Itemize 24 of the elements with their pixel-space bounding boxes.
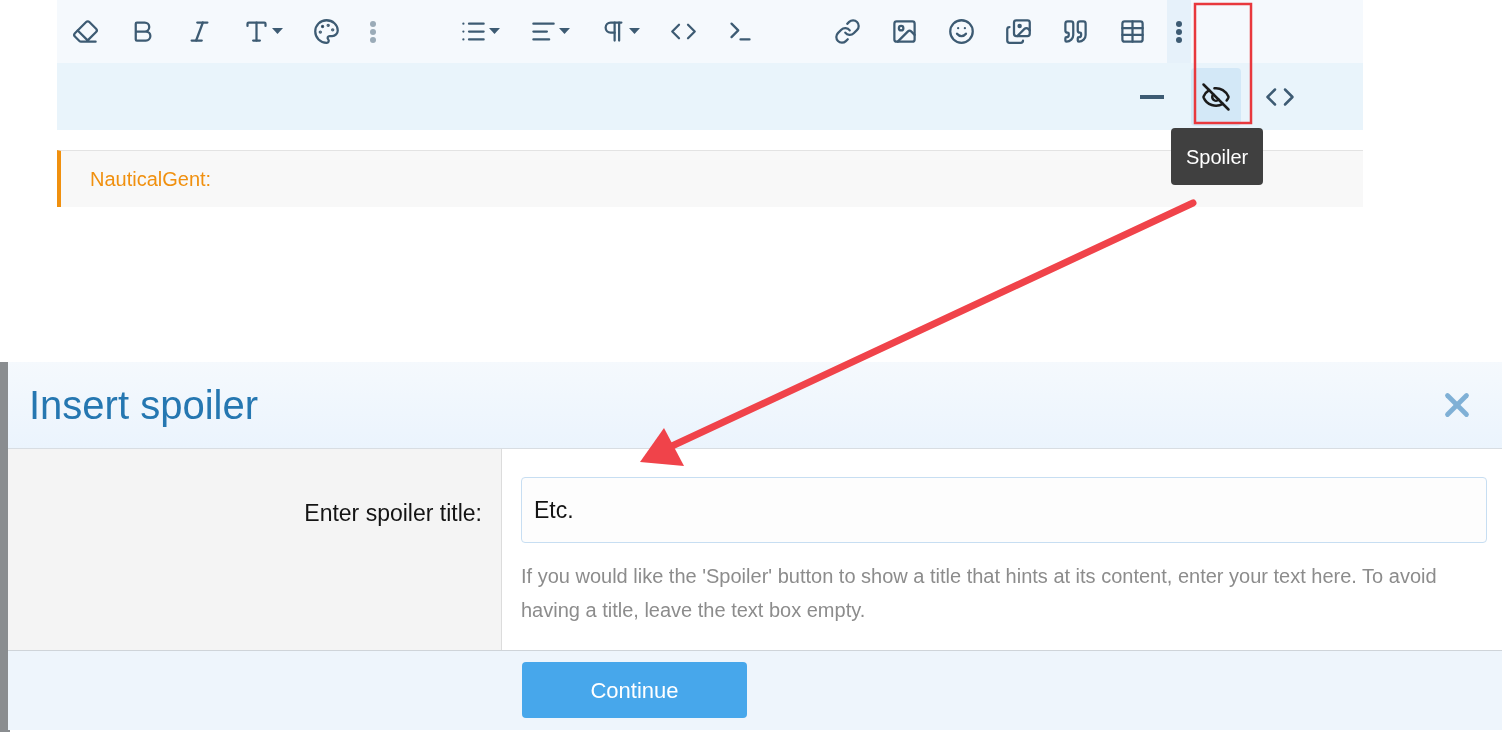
eraser-icon xyxy=(72,18,99,45)
caret-icon xyxy=(272,28,283,35)
spoiler-title-field[interactable]: Etc. xyxy=(521,477,1487,543)
text-size-icon xyxy=(243,18,270,45)
field-label: Enter spoiler title: xyxy=(304,499,482,526)
smiley-icon xyxy=(948,18,975,45)
media-icon xyxy=(1005,18,1032,45)
dialog-title: Insert spoiler xyxy=(29,382,258,429)
more-icon xyxy=(1176,20,1182,43)
palette-icon xyxy=(313,18,340,45)
link-icon xyxy=(834,18,861,45)
more-icon xyxy=(370,20,376,43)
toolbar-button[interactable] xyxy=(1167,0,1191,63)
image-icon xyxy=(891,18,918,45)
field-hint: If you would like the 'Spoiler' button to show a title that hints at its content, enter your text here. To avoid having a title, leave the text box empty. xyxy=(521,564,1438,623)
caret-icon xyxy=(559,28,570,35)
tooltip: Spoiler xyxy=(1171,128,1264,185)
quote-author: NauticalGent: xyxy=(90,167,212,192)
spoiler-button[interactable] xyxy=(1191,67,1241,126)
table-icon xyxy=(1119,18,1146,45)
quote-icon xyxy=(1062,18,1089,45)
caret-icon xyxy=(489,28,500,35)
caret-icon xyxy=(629,28,640,35)
hidden-eye-icon xyxy=(1201,81,1231,112)
